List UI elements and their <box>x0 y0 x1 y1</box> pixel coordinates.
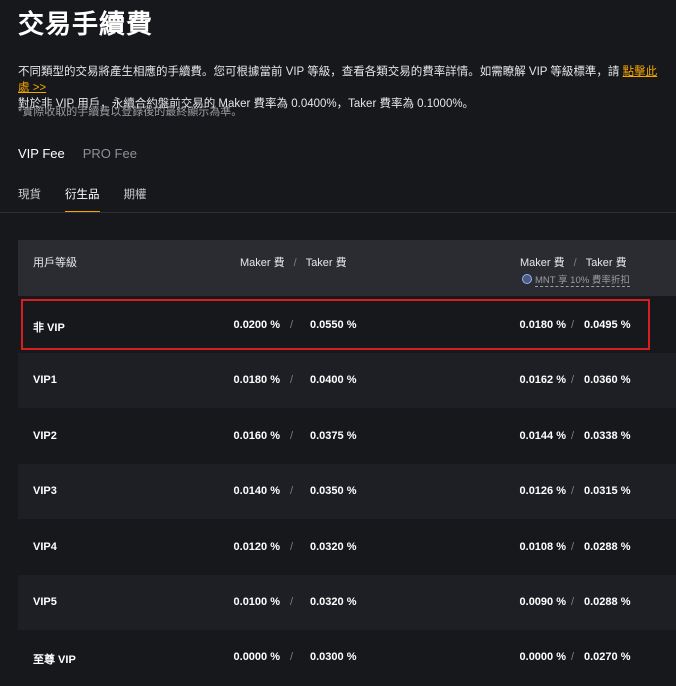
header-slash: / <box>573 257 577 269</box>
row-slash: / <box>290 541 294 553</box>
row-taker-discount: 0.0315 % <box>584 485 631 497</box>
tabs-divider <box>0 212 676 213</box>
desc-line1: 不同類型的交易將產生相應的手續費。您可根據當前 VIP 等級，查看各類交易的費率… <box>18 66 623 78</box>
row-taker-discount: 0.0360 % <box>584 374 631 386</box>
table-row: VIP4 0.0120 % / 0.0320 % 0.0108 % / 0.02… <box>18 520 676 575</box>
row-level: VIP1 <box>33 374 57 386</box>
row-slash: / <box>290 485 294 497</box>
fee-type-tabs: VIP Fee PRO Fee <box>18 146 137 161</box>
row-taker-discount: 0.0338 % <box>584 430 631 442</box>
row-slash: / <box>571 651 575 663</box>
header-taker-discount: Taker 費 <box>585 257 627 269</box>
table-row: VIP1 0.0180 % / 0.0400 % 0.0162 % / 0.03… <box>18 353 676 408</box>
header-fees: Maker 費 / Taker 費 <box>240 254 347 270</box>
row-taker-fee: 0.0320 % <box>310 596 357 608</box>
row-level: VIP5 <box>33 596 57 608</box>
row-maker-fee: 0.0160 % <box>233 430 280 442</box>
row-taker-fee: 0.0400 % <box>310 374 357 386</box>
table-row: VIP2 0.0160 % / 0.0375 % 0.0144 % / 0.03… <box>18 409 676 464</box>
tab-vip-fee[interactable]: VIP Fee <box>18 146 65 161</box>
row-taker-discount: 0.0288 % <box>584 541 631 553</box>
header-maker: Maker 費 <box>240 257 285 269</box>
row-maker-fee: 0.0180 % <box>233 374 280 386</box>
header-taker: Taker 費 <box>305 257 347 269</box>
row-taker-fee: 0.0375 % <box>310 430 357 442</box>
header-maker-discount: Maker 費 <box>520 257 565 269</box>
header-user-level: 用戶等級 <box>33 257 77 269</box>
header-discount-fees: Maker 費 / Taker 費 <box>520 254 627 270</box>
row-slash: / <box>571 485 575 497</box>
table-row: 至尊 VIP 0.0000 % / 0.0300 % 0.0000 % / 0.… <box>18 630 676 685</box>
row-slash: / <box>290 596 294 608</box>
row-taker-fee: 0.0350 % <box>310 485 357 497</box>
mnt-discount-note[interactable]: MNT 享 10% 費率折扣 <box>522 272 630 287</box>
row-maker-fee: 0.0140 % <box>233 485 280 497</box>
row-taker-discount: 0.0270 % <box>584 651 631 663</box>
row-level: VIP3 <box>33 485 57 497</box>
row-maker-discount: 0.0162 % <box>519 374 566 386</box>
row-maker-discount: 0.0090 % <box>519 596 566 608</box>
row-slash: / <box>571 430 575 442</box>
table-row: VIP5 0.0100 % / 0.0320 % 0.0090 % / 0.02… <box>18 575 676 630</box>
row-level: VIP4 <box>33 541 57 553</box>
row-maker-fee: 0.0120 % <box>233 541 280 553</box>
row-taker-fee: 0.0300 % <box>310 651 357 663</box>
tab-derivatives[interactable]: 衍生品 <box>65 186 100 213</box>
row-slash: / <box>571 596 575 608</box>
tab-spot[interactable]: 現貨 <box>18 186 41 213</box>
row-maker-discount: 0.0108 % <box>519 541 566 553</box>
table-row: VIP3 0.0140 % / 0.0350 % 0.0126 % / 0.03… <box>18 464 676 519</box>
mnt-token-icon <box>522 274 532 284</box>
tab-options[interactable]: 期權 <box>124 186 147 213</box>
row-taker-fee: 0.0320 % <box>310 541 357 553</box>
row-maker-fee: 0.0100 % <box>233 596 280 608</box>
page-title: 交易手續費 <box>18 9 154 39</box>
table-header: 用戶等級 Maker 費 / Taker 費 Maker 費 / Taker 費 MNT… <box>18 240 676 296</box>
row-maker-discount: 0.0126 % <box>519 485 566 497</box>
row-taker-discount: 0.0288 % <box>584 596 631 608</box>
row-level: 至尊 VIP <box>33 654 76 666</box>
row-slash: / <box>290 430 294 442</box>
row-maker-discount: 0.0000 % <box>519 651 566 663</box>
row-slash: / <box>290 651 294 663</box>
row-slash: / <box>571 374 575 386</box>
header-slash: / <box>293 257 297 269</box>
row-maker-fee: 0.0000 % <box>233 651 280 663</box>
row-level: VIP2 <box>33 430 57 442</box>
mnt-discount-label: MNT 享 10% 費率折扣 <box>535 275 630 287</box>
row-slash: / <box>571 541 575 553</box>
product-tabs: 現貨 衍生品 期權 <box>18 186 147 213</box>
tab-pro-fee[interactable]: PRO Fee <box>83 146 137 161</box>
fee-note: *實際收取的手續費以登錄後的最終顯示為準。 <box>18 106 243 118</box>
row-slash: / <box>290 374 294 386</box>
highlight-box <box>21 299 650 350</box>
row-maker-discount: 0.0144 % <box>519 430 566 442</box>
